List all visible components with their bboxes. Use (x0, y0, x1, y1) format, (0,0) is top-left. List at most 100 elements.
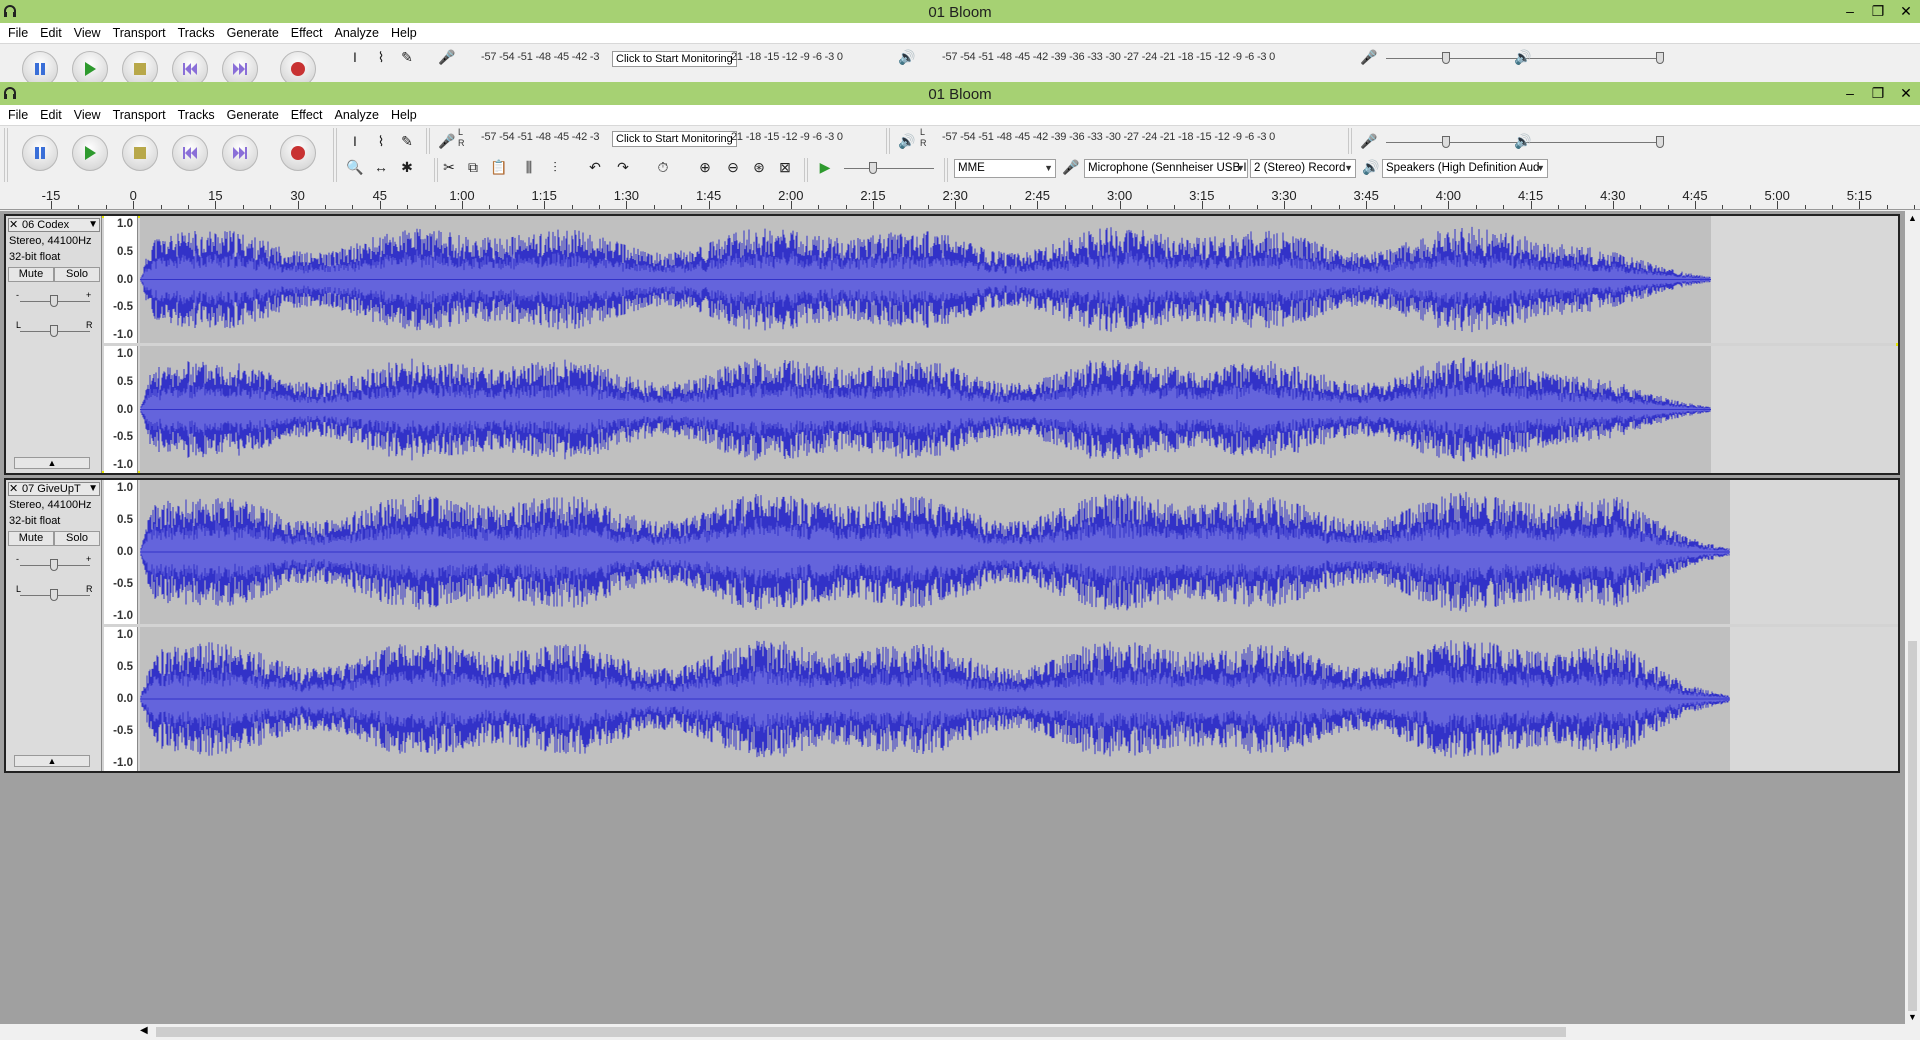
timeline-ruler[interactable]: -15 0 15 30 45 1:00 1:15 1:30 1:45 2:00 2:15 2:30 2:… (0, 184, 1920, 210)
selection-tool-icon[interactable]: I (344, 130, 366, 152)
collapse-track-button[interactable]: ▲ (14, 755, 90, 767)
record-button[interactable] (280, 51, 316, 83)
play-button[interactable] (72, 135, 108, 171)
scroll-down-icon[interactable]: ▼ (1908, 1012, 1917, 1022)
silence-icon[interactable]: ⫶ (544, 156, 566, 178)
playback-meter-icon[interactable]: 🔊 (896, 46, 918, 68)
record-meter-icon[interactable]: 🎤 (436, 130, 458, 152)
redo-icon[interactable]: ↷ (612, 156, 634, 178)
menu-generate[interactable]: Generate (225, 26, 285, 40)
zoom-out-icon[interactable]: ⊖ (722, 156, 744, 178)
menu-effect[interactable]: Effect (289, 26, 329, 40)
menu-help[interactable]: Help (389, 26, 423, 40)
multi-tool-icon[interactable]: ✱ (396, 156, 418, 178)
paste-icon[interactable]: 📋 (488, 156, 510, 178)
selection-tool-icon[interactable]: I (344, 46, 366, 68)
play-at-speed-icon[interactable]: ▶ (814, 156, 836, 178)
pause-button[interactable] (22, 135, 58, 171)
menu-file[interactable]: File (6, 108, 34, 122)
record-meter-icon[interactable]: 🎤 (436, 46, 458, 68)
horizontal-scroll-thumb[interactable] (156, 1027, 1566, 1037)
waveform-right-channel[interactable] (140, 627, 1898, 771)
playback-meter-icon[interactable]: 🔊 (896, 130, 918, 152)
fit-selection-icon[interactable]: ⊛ (748, 156, 770, 178)
menu-edit[interactable]: Edit (38, 26, 68, 40)
scroll-up-icon[interactable]: ▲ (1908, 213, 1917, 223)
audio-host-select[interactable]: MME ▼ (954, 159, 1056, 178)
zoom-in-icon[interactable]: ⊕ (694, 156, 716, 178)
undo-icon[interactable]: ↶ (584, 156, 606, 178)
minimize-icon[interactable]: – (1836, 0, 1864, 22)
track-name-button[interactable]: 07 GiveUpT (8, 482, 100, 496)
mute-button[interactable]: Mute (8, 267, 54, 282)
menu-analyze[interactable]: Analyze (333, 26, 385, 40)
mic-volume-slider[interactable] (1442, 52, 1450, 64)
horizontal-scrollbar[interactable]: ◀ (136, 1024, 1904, 1040)
menu-view[interactable]: View (72, 108, 107, 122)
menu-transport[interactable]: Transport (111, 26, 172, 40)
restore-icon[interactable]: ❐ (1864, 82, 1892, 104)
waveform-left-channel[interactable] (140, 480, 1898, 624)
audio-track[interactable]: 07 GiveUpT ✕ ▼ Stereo, 44100Hz 32-bit fl… (4, 478, 1900, 773)
pan-slider[interactable] (50, 325, 58, 337)
speaker-volume-slider[interactable] (1656, 136, 1664, 148)
stop-button[interactable] (122, 135, 158, 171)
menu-generate[interactable]: Generate (225, 108, 285, 122)
playback-device-select[interactable]: Speakers (High Definition Aud ▼ (1382, 159, 1548, 178)
collapse-track-button[interactable]: ▲ (14, 457, 90, 469)
zoom-tool-icon[interactable]: 🔍 (344, 156, 366, 178)
waveform-left-channel[interactable] (140, 216, 1898, 343)
skip-end-button[interactable] (222, 135, 258, 171)
menu-view[interactable]: View (72, 26, 107, 40)
track-menu-chevron-icon[interactable]: ▼ (88, 483, 98, 494)
track-menu-chevron-icon[interactable]: ▼ (88, 219, 98, 230)
fit-project-icon[interactable]: ⊠ (774, 156, 796, 178)
restore-icon[interactable]: ❐ (1864, 0, 1892, 22)
close-track-icon[interactable]: ✕ (9, 482, 18, 495)
skip-end-button[interactable] (222, 51, 258, 83)
vertical-scroll-thumb[interactable] (1908, 641, 1917, 1011)
stop-button[interactable] (122, 51, 158, 83)
menu-help[interactable]: Help (389, 108, 423, 122)
recording-channels-select[interactable]: 2 (Stereo) Record ▼ (1250, 159, 1356, 178)
skip-start-button[interactable] (172, 135, 208, 171)
solo-button[interactable]: Solo (54, 531, 100, 546)
menu-tracks[interactable]: Tracks (176, 108, 221, 122)
pause-button[interactable] (22, 51, 58, 83)
draw-tool-icon[interactable]: ✎ (396, 46, 418, 68)
mic-volume-slider[interactable] (1442, 136, 1450, 148)
timeshift-tool-icon[interactable]: ↔ (370, 156, 392, 178)
envelope-tool-icon[interactable]: ⌇ (370, 130, 392, 152)
cut-icon[interactable]: ✂ (438, 156, 460, 178)
minimize-icon[interactable]: – (1836, 82, 1864, 104)
draw-tool-icon[interactable]: ✎ (396, 130, 418, 152)
monitoring-tooltip[interactable]: Click to Start Monitoring (612, 131, 737, 147)
scroll-left-icon[interactable]: ◀ (140, 1025, 148, 1036)
pan-slider[interactable] (50, 589, 58, 601)
audio-track[interactable]: 06 Codex ✕ ▼ Stereo, 44100Hz 32-bit floa… (4, 214, 1900, 475)
mute-button[interactable]: Mute (8, 531, 54, 546)
close-icon[interactable]: ✕ (1892, 0, 1920, 22)
gain-slider[interactable] (50, 295, 58, 307)
close-track-icon[interactable]: ✕ (9, 218, 18, 231)
play-speed-slider[interactable] (869, 162, 877, 174)
play-button[interactable] (72, 51, 108, 83)
waveform-right-channel[interactable] (140, 346, 1898, 473)
speaker-volume-slider[interactable] (1656, 52, 1664, 64)
envelope-tool-icon[interactable]: ⌇ (370, 46, 392, 68)
gain-slider[interactable] (50, 559, 58, 571)
menu-file[interactable]: File (6, 26, 34, 40)
trim-icon[interactable]: ⫼ (518, 156, 540, 178)
sync-lock-icon[interactable]: ⏱ (652, 156, 674, 178)
copy-icon[interactable]: ⧉ (462, 156, 484, 178)
record-button[interactable] (280, 135, 316, 171)
track-name-button[interactable]: 06 Codex (8, 218, 100, 232)
menu-transport[interactable]: Transport (111, 108, 172, 122)
solo-button[interactable]: Solo (54, 267, 100, 282)
menu-edit[interactable]: Edit (38, 108, 68, 122)
vertical-scrollbar[interactable]: ▲ ▼ (1905, 211, 1920, 1024)
close-icon[interactable]: ✕ (1892, 82, 1920, 104)
monitoring-tooltip[interactable]: Click to Start Monitoring (612, 51, 737, 67)
recording-device-select[interactable]: Microphone (Sennheiser USB I ▼ (1084, 159, 1248, 178)
skip-start-button[interactable] (172, 51, 208, 83)
